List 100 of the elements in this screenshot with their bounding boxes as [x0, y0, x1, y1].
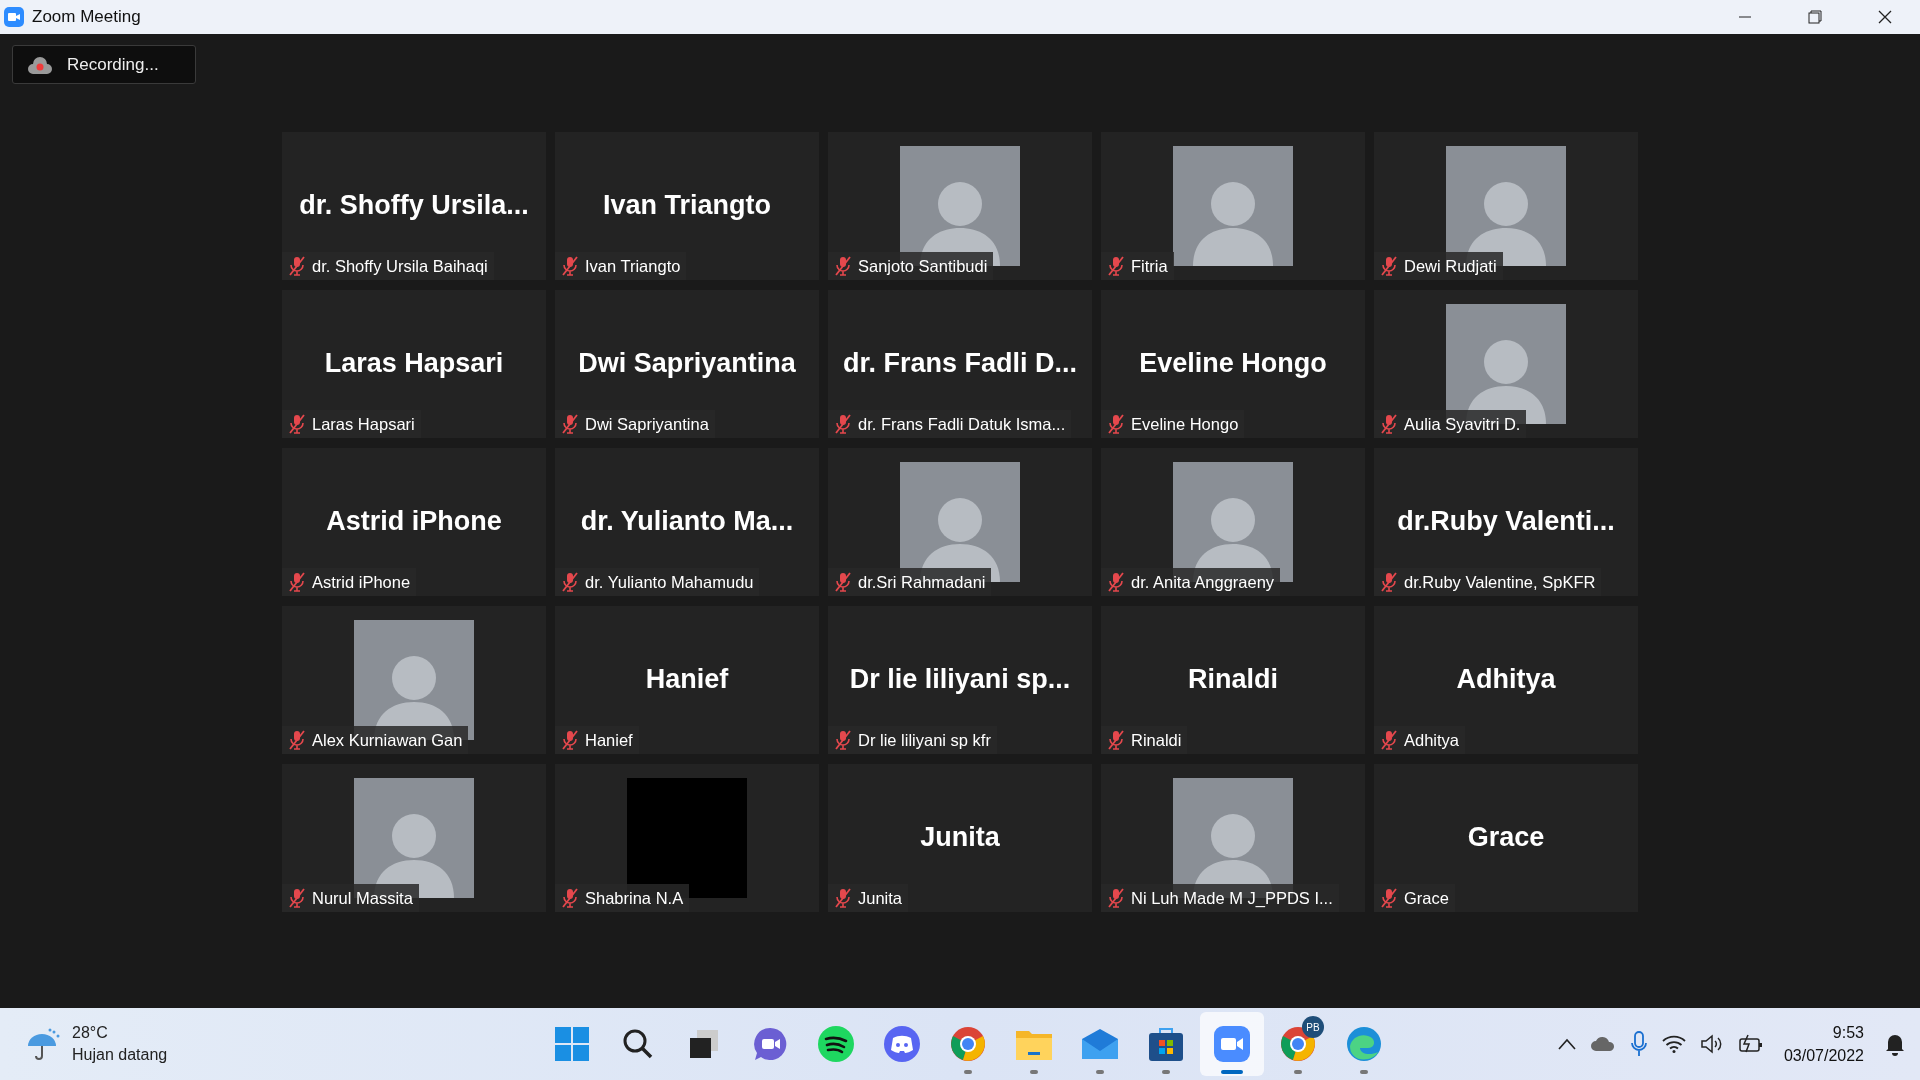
- profile-badge: PB: [1302, 1016, 1324, 1038]
- participant-display-name: Rinaldi: [1188, 664, 1278, 695]
- store-bag-icon: [1149, 1027, 1183, 1061]
- participant-tile[interactable]: dr. Yulianto Ma... dr. Yulianto Mahamudu: [555, 448, 819, 596]
- search-icon: [622, 1028, 654, 1060]
- participant-name-label: dr. Anita Anggraeny: [1101, 568, 1281, 596]
- muted-microphone-icon: [561, 256, 579, 276]
- muted-microphone-icon: [1107, 414, 1125, 434]
- muted-microphone-icon: [834, 888, 852, 908]
- participant-tile[interactable]: Laras Hapsari Laras Hapsari: [282, 290, 546, 438]
- participant-display-name: Dr lie liliyani sp...: [849, 664, 1071, 695]
- muted-microphone-icon: [561, 414, 579, 434]
- temperature: 28°C: [72, 1022, 109, 1043]
- participant-tile[interactable]: Shabrina N.A: [555, 764, 819, 912]
- participant-display-name: Junita: [920, 822, 1000, 853]
- participant-name-label: Aulia Syavitri D.: [1374, 410, 1527, 438]
- participant-tile[interactable]: dr.Sri Rahmadani: [828, 448, 1092, 596]
- participant-tile[interactable]: Dwi Sapriyantina Dwi Sapriyantina: [555, 290, 819, 438]
- participant-name-label: Dewi Rudjati: [1374, 252, 1503, 280]
- cloud-icon[interactable]: [1589, 1036, 1616, 1052]
- participant-tile[interactable]: Junita Junita: [828, 764, 1092, 912]
- mail-icon: [1082, 1029, 1118, 1059]
- participant-display-name: Laras Hapsari: [324, 348, 504, 379]
- participant-display-name: Ivan Triangto: [603, 190, 771, 221]
- video-chat-icon: [752, 1026, 788, 1062]
- notification-bell-icon[interactable]: [1884, 1032, 1906, 1056]
- participant-display-name: dr. Frans Fadli D...: [842, 348, 1078, 379]
- close-icon[interactable]: [1878, 10, 1892, 24]
- participant-name-label: Ivan Triangto: [555, 252, 687, 280]
- muted-microphone-icon: [288, 256, 306, 276]
- muted-microphone-icon: [1380, 414, 1398, 434]
- participant-tile[interactable]: Ni Luh Made M J_PPDS I...: [1101, 764, 1365, 912]
- window-title: Zoom Meeting: [32, 7, 141, 27]
- participant-tile[interactable]: Rinaldi Rinaldi: [1101, 606, 1365, 754]
- participant-tile[interactable]: dr. Frans Fadli D... dr. Frans Fadli Datuk Isma...: [828, 290, 1092, 438]
- participant-tile[interactable]: Alex Kurniawan Gan: [282, 606, 546, 754]
- participant-tile[interactable]: dr. Shoffy Ursila... dr. Shoffy Ursila Baihaqi: [282, 132, 546, 280]
- participant-name-label: dr. Yulianto Mahamudu: [555, 568, 760, 596]
- video-camera-app-icon: [1214, 1026, 1250, 1062]
- participant-name-label: Adhitya: [1374, 726, 1466, 754]
- participant-tile[interactable]: Nurul Massita: [282, 764, 546, 912]
- participant-tile[interactable]: Eveline Hongo Eveline Hongo: [1101, 290, 1365, 438]
- participant-display-name: Hanief: [645, 664, 729, 695]
- wave-browser-icon: [1346, 1026, 1382, 1062]
- participant-name-label: Sanjoto Santibudi: [828, 252, 994, 280]
- participant-name-label: Dwi Sapriyantina: [555, 410, 715, 438]
- wifi-icon[interactable]: [1661, 1035, 1686, 1053]
- muted-microphone-icon: [1107, 572, 1125, 592]
- restore-icon[interactable]: [1808, 10, 1822, 24]
- recording-indicator[interactable]: Recording...: [12, 45, 196, 84]
- participant-tile[interactable]: Fitria: [1101, 132, 1365, 280]
- participant-name-label: Eveline Hongo: [1101, 410, 1245, 438]
- muted-microphone-icon: [834, 256, 852, 276]
- participant-name-label: Fitria: [1101, 252, 1174, 280]
- browser-icon: [950, 1026, 986, 1062]
- weather-condition: Hujan datang: [72, 1045, 168, 1065]
- participant-tile[interactable]: Sanjoto Santibudi: [828, 132, 1092, 280]
- muted-microphone-icon: [1107, 888, 1125, 908]
- muted-microphone-icon: [561, 572, 579, 592]
- muted-microphone-icon: [1107, 256, 1125, 276]
- participant-name-label: Grace: [1374, 884, 1455, 912]
- participant-display-name: dr.Ruby Valenti...: [1397, 506, 1615, 537]
- participant-tile[interactable]: dr. Anita Anggraeny: [1101, 448, 1365, 596]
- participant-tile[interactable]: dr.Ruby Valenti... dr.Ruby Valentine, SpKFR: [1374, 448, 1638, 596]
- muted-microphone-icon: [1380, 256, 1398, 276]
- participant-name-label: Ni Luh Made M J_PPDS I...: [1101, 884, 1339, 912]
- participant-tile[interactable]: Astrid iPhone Astrid iPhone: [282, 448, 546, 596]
- participant-tile[interactable]: Adhitya Adhitya: [1374, 606, 1638, 754]
- muted-microphone-icon: [834, 414, 852, 434]
- task-view-icon: [688, 1028, 720, 1060]
- participant-name-label: Alex Kurniawan Gan: [282, 726, 469, 754]
- muted-microphone-icon: [834, 572, 852, 592]
- muted-microphone-icon: [561, 730, 579, 750]
- participant-tile[interactable]: Aulia Syavitri D.: [1374, 290, 1638, 438]
- clock[interactable]: 9:53 03/07/2022: [1783, 1020, 1864, 1068]
- participant-name-label: dr.Ruby Valentine, SpKFR: [1374, 568, 1602, 596]
- battery-charging-icon[interactable]: [1737, 1034, 1764, 1054]
- participant-tile[interactable]: Hanief Hanief: [555, 606, 819, 754]
- participant-tile[interactable]: Ivan Triangto Ivan Triangto: [555, 132, 819, 280]
- participant-name-label: Hanief: [555, 726, 639, 754]
- participant-display-name: Grace: [1467, 822, 1545, 853]
- participant-tile[interactable]: Dr lie liliyani sp... Dr lie liliyani sp kfr: [828, 606, 1092, 754]
- participant-tile[interactable]: Dewi Rudjati: [1374, 132, 1638, 280]
- participant-name-label: Junita: [828, 884, 909, 912]
- video-camera-app-icon: [4, 7, 24, 27]
- muted-microphone-icon: [288, 414, 306, 434]
- participant-display-name: Adhitya: [1456, 664, 1556, 695]
- windows-start-icon: [555, 1027, 589, 1061]
- participant-name-label: Laras Hapsari: [282, 410, 421, 438]
- taskbar-app-button[interactable]: PB: [1266, 1012, 1330, 1076]
- muted-microphone-icon: [288, 888, 306, 908]
- music-app-icon: [818, 1026, 854, 1062]
- participant-tile[interactable]: Grace Grace: [1374, 764, 1638, 912]
- participant-display-name: dr. Yulianto Ma...: [580, 506, 794, 537]
- chevron-up-icon[interactable]: [1557, 1038, 1576, 1050]
- muted-microphone-icon: [1380, 888, 1398, 908]
- participant-display-name: Dwi Sapriyantina: [578, 348, 796, 379]
- participant-name-label: dr. Shoffy Ursila Baihaqi: [282, 252, 494, 280]
- microphone-icon[interactable]: [1629, 1031, 1648, 1057]
- speaker-icon[interactable]: [1699, 1034, 1724, 1054]
